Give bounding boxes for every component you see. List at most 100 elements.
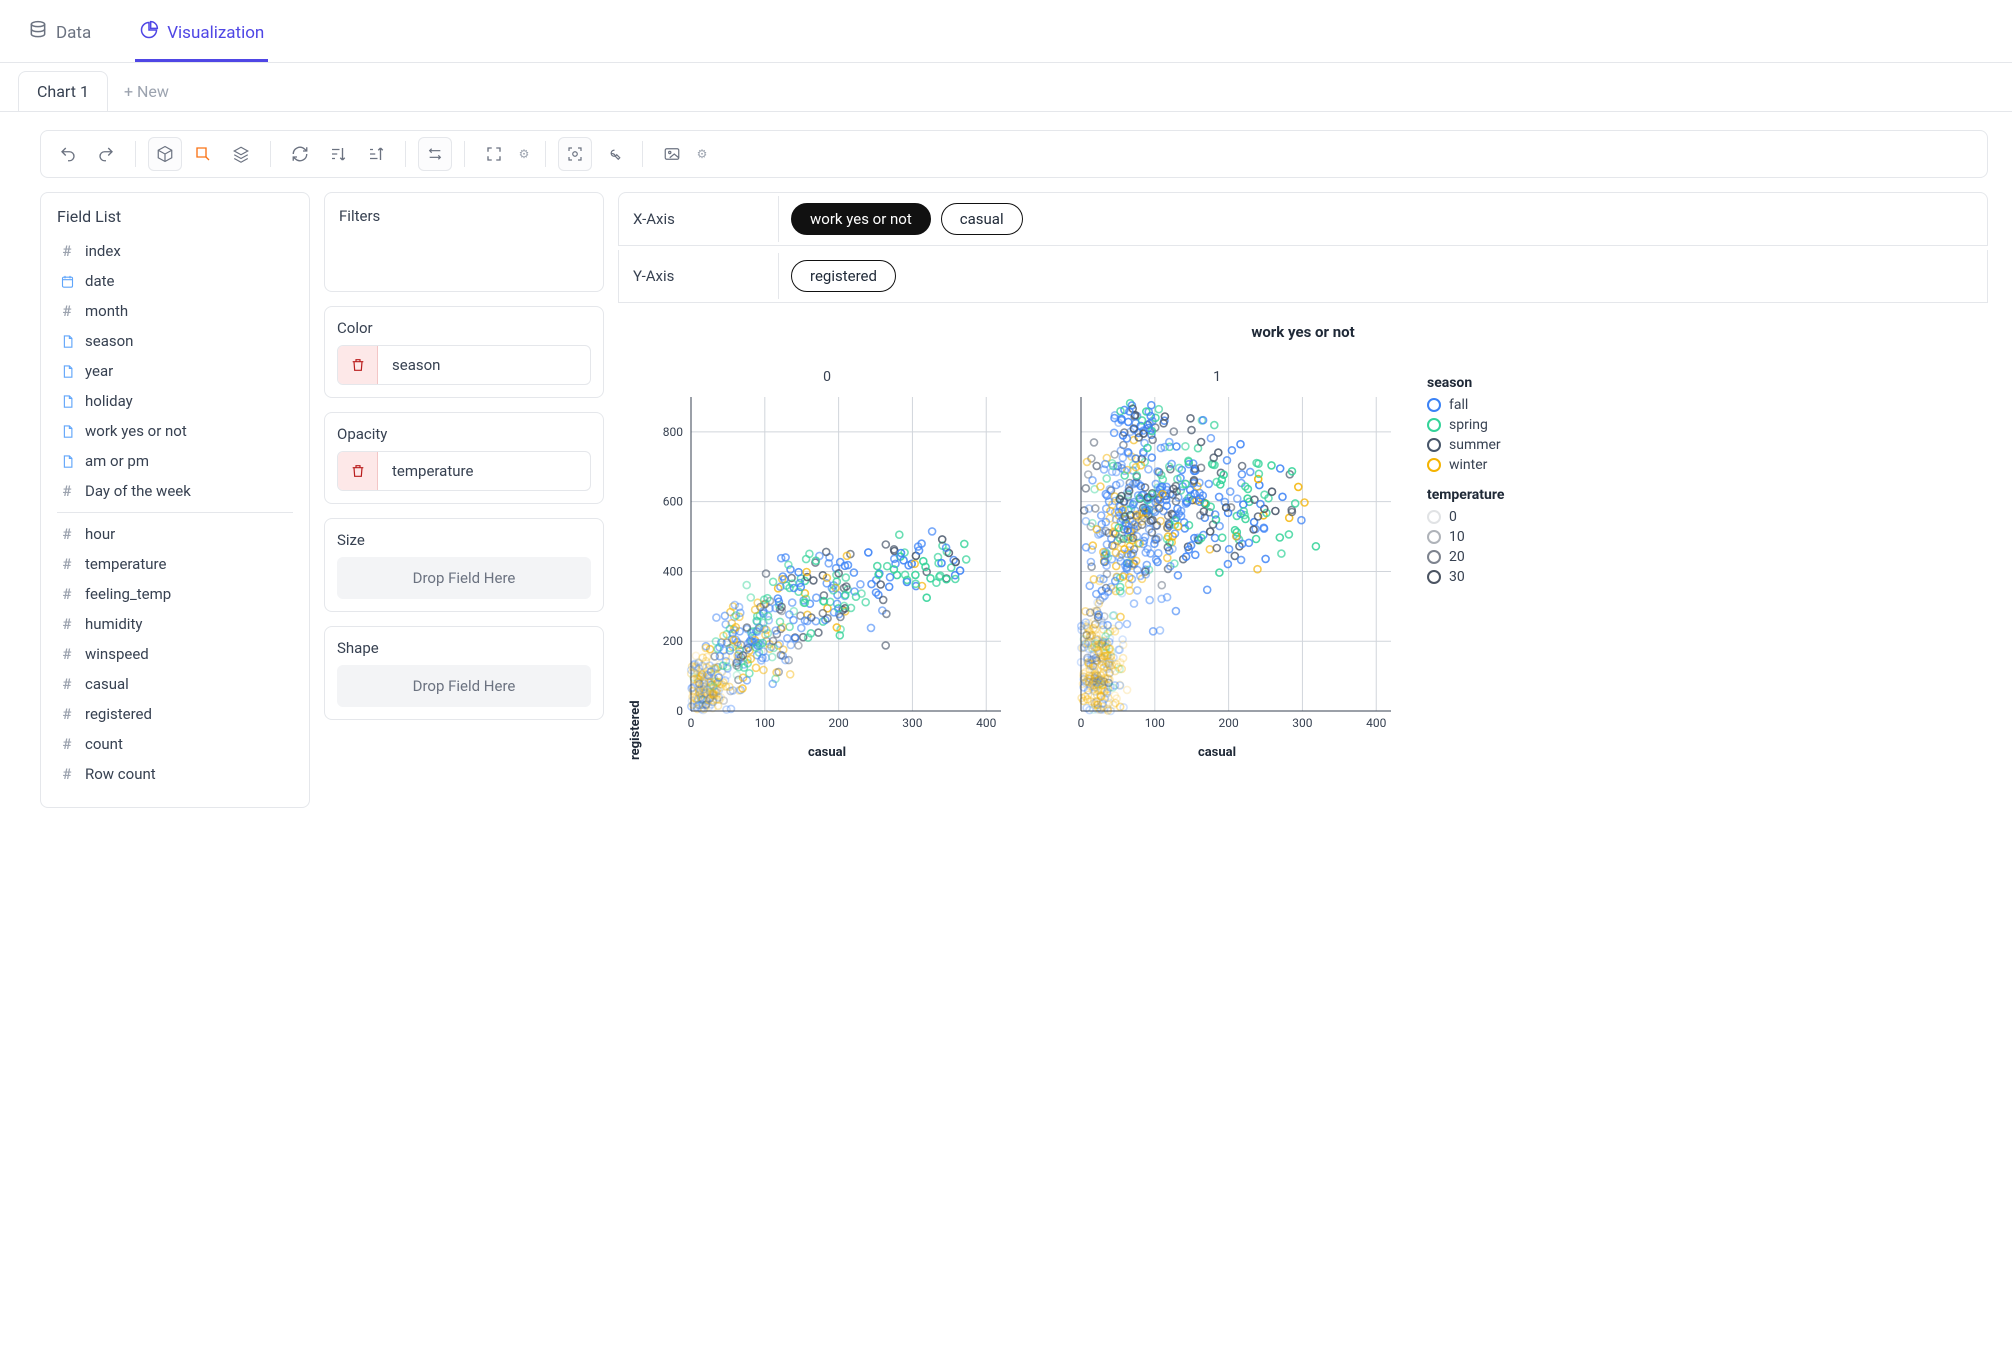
- shape-title: Shape: [337, 639, 591, 657]
- svg-text:100: 100: [755, 716, 775, 730]
- filters-shelf[interactable]: Filters: [324, 192, 604, 292]
- chart-tab-new[interactable]: + New: [124, 82, 169, 101]
- hash-icon: [59, 706, 75, 722]
- tab-data[interactable]: Data: [24, 12, 95, 62]
- field-count[interactable]: count: [57, 729, 293, 759]
- top-tabs: Data Visualization: [0, 0, 2012, 63]
- field-humidity[interactable]: humidity: [57, 609, 293, 639]
- svg-text:400: 400: [663, 564, 683, 578]
- size-dropzone[interactable]: Drop Field Here: [337, 557, 591, 599]
- field-month[interactable]: month: [57, 296, 293, 326]
- field-label: am or pm: [85, 452, 149, 470]
- legend-item-summer[interactable]: summer: [1427, 437, 1504, 453]
- toolbar-sep: [270, 141, 271, 167]
- field-season[interactable]: season: [57, 326, 293, 356]
- shape-dropzone[interactable]: Drop Field Here: [337, 665, 591, 707]
- scatter-plot-1[interactable]: 0100200300400: [1037, 391, 1397, 741]
- field-label: hour: [85, 525, 115, 543]
- field-holiday[interactable]: holiday: [57, 386, 293, 416]
- y-axis-shelf[interactable]: Y-Axis registered: [618, 250, 1988, 303]
- trash-icon[interactable]: [338, 452, 378, 490]
- scatter-plot-0[interactable]: 01002003004000200400600800: [647, 391, 1007, 741]
- shape-shelf[interactable]: Shape Drop Field Here: [324, 626, 604, 720]
- expand-settings-button[interactable]: ⚙: [515, 137, 533, 171]
- field-feeling_temp[interactable]: feeling_temp: [57, 579, 293, 609]
- svg-text:100: 100: [1145, 716, 1165, 730]
- hash-icon: [59, 616, 75, 632]
- toolbar-sep: [135, 141, 136, 167]
- hash-icon: [59, 736, 75, 752]
- field-date[interactable]: date: [57, 266, 293, 296]
- field-temperature[interactable]: temperature: [57, 549, 293, 579]
- document-icon: [59, 423, 75, 439]
- opacity-title: Opacity: [337, 425, 591, 443]
- svg-text:200: 200: [663, 634, 683, 648]
- field-Day-of-the-week[interactable]: Day of the week: [57, 476, 293, 506]
- x-axis-shelf[interactable]: X-Axis work yes or notcasual: [618, 192, 1988, 246]
- tab-viz-label: Visualization: [167, 23, 264, 43]
- pie-icon: [139, 20, 159, 45]
- field-Row-count[interactable]: Row count: [57, 759, 293, 789]
- field-label: year: [85, 362, 113, 380]
- redo-button[interactable]: [89, 137, 123, 171]
- color-shelf[interactable]: Color season: [324, 306, 604, 398]
- image-settings-button[interactable]: ⚙: [693, 137, 711, 171]
- chart-tabs: Chart 1 + New: [0, 63, 2012, 112]
- pill-casual[interactable]: casual: [941, 203, 1023, 235]
- field-registered[interactable]: registered: [57, 699, 293, 729]
- encoding-shelves: Filters Color season Opacity temperature…: [324, 192, 604, 720]
- pill-registered[interactable]: registered: [791, 260, 896, 292]
- transpose-button[interactable]: [418, 137, 452, 171]
- legend-item-temp-0[interactable]: 0: [1427, 509, 1504, 525]
- field-winspeed[interactable]: winspeed: [57, 639, 293, 669]
- field-am-or-pm[interactable]: am or pm: [57, 446, 293, 476]
- field-label: holiday: [85, 392, 133, 410]
- undo-button[interactable]: [51, 137, 85, 171]
- color-chip[interactable]: season: [337, 345, 591, 385]
- filters-title: Filters: [339, 207, 589, 225]
- expand-button[interactable]: [477, 137, 511, 171]
- legend-item-temp-30[interactable]: 30: [1427, 569, 1504, 585]
- mark-button[interactable]: [186, 137, 220, 171]
- wrench-button[interactable]: [596, 137, 630, 171]
- size-shelf[interactable]: Size Drop Field Here: [324, 518, 604, 612]
- opacity-shelf[interactable]: Opacity temperature: [324, 412, 604, 504]
- color-title: Color: [337, 319, 591, 337]
- legend-item-winter[interactable]: winter: [1427, 457, 1504, 473]
- tab-visualization[interactable]: Visualization: [135, 12, 268, 62]
- size-title: Size: [337, 531, 591, 549]
- legend-season-title: season: [1427, 375, 1504, 391]
- scan-button[interactable]: [558, 137, 592, 171]
- field-label: humidity: [85, 615, 142, 633]
- legend-item-temp-20[interactable]: 20: [1427, 549, 1504, 565]
- legend-item-temp-10[interactable]: 10: [1427, 529, 1504, 545]
- svg-text:400: 400: [976, 716, 996, 730]
- field-index[interactable]: index: [57, 236, 293, 266]
- hash-icon: [59, 676, 75, 692]
- legend-item-fall[interactable]: fall: [1427, 397, 1504, 413]
- legend-item-spring[interactable]: spring: [1427, 417, 1504, 433]
- toolbar-sep: [464, 141, 465, 167]
- refresh-button[interactable]: [283, 137, 317, 171]
- hash-icon: [59, 646, 75, 662]
- image-button[interactable]: [655, 137, 689, 171]
- facet-title: work yes or not: [618, 307, 1988, 347]
- svg-text:400: 400: [1366, 716, 1386, 730]
- field-year[interactable]: year: [57, 356, 293, 386]
- field-hour[interactable]: hour: [57, 519, 293, 549]
- trash-icon[interactable]: [338, 346, 378, 384]
- pill-work-yes-or-not[interactable]: work yes or not: [791, 203, 931, 235]
- field-work-yes-or-not[interactable]: work yes or not: [57, 416, 293, 446]
- chart-tab-1[interactable]: Chart 1: [18, 71, 108, 111]
- sort-desc-button[interactable]: [359, 137, 393, 171]
- field-label: month: [85, 302, 128, 320]
- hash-icon: [59, 483, 75, 499]
- hash-icon: [59, 556, 75, 572]
- field-list-title: Field List: [57, 207, 293, 226]
- field-casual[interactable]: casual: [57, 669, 293, 699]
- sort-asc-button[interactable]: [321, 137, 355, 171]
- field-label: season: [85, 332, 133, 350]
- layers-button[interactable]: [224, 137, 258, 171]
- cube-button[interactable]: [148, 137, 182, 171]
- opacity-chip[interactable]: temperature: [337, 451, 591, 491]
